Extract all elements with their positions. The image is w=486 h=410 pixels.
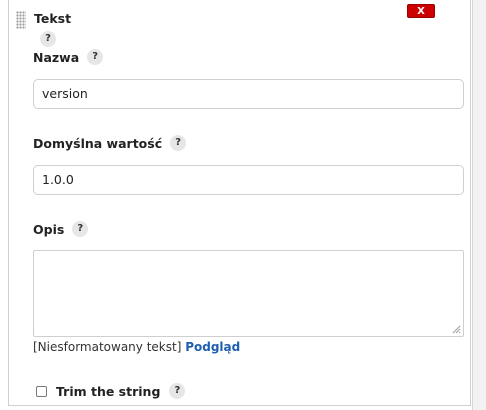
format-line: [Niesformatowany tekst] Podgląd <box>33 340 240 354</box>
default-value-input[interactable]: 1.0.0 <box>33 165 464 195</box>
resize-grip-icon[interactable] <box>452 325 461 334</box>
description-label: Opis <box>33 221 65 237</box>
scroll-edge <box>472 0 486 410</box>
name-help-icon[interactable]: ? <box>87 49 104 65</box>
trim-row: Trim the string ? <box>36 383 186 399</box>
default-value-label: Domyślna wartość <box>33 135 163 151</box>
description-help-icon[interactable]: ? <box>72 221 89 237</box>
drag-handle-icon[interactable] <box>16 11 26 29</box>
description-label-row: Opis ? <box>33 221 89 237</box>
config-frame: Tekst ? X Nazwa ? version Domyślna warto… <box>0 0 486 410</box>
format-mode-text: [Niesformatowany tekst] <box>33 340 182 354</box>
trim-checkbox[interactable] <box>36 385 47 397</box>
name-label-row: Nazwa ? <box>33 49 104 65</box>
name-input[interactable]: version <box>33 79 464 109</box>
trim-label[interactable]: Trim the string <box>56 384 160 399</box>
trim-help-icon[interactable]: ? <box>169 383 186 399</box>
delete-parameter-button[interactable]: X <box>407 4 435 18</box>
default-value-label-row: Domyślna wartość ? <box>33 135 187 151</box>
default-value-help-icon[interactable]: ? <box>170 135 187 151</box>
name-label: Nazwa <box>33 49 80 65</box>
section-help-icon[interactable]: ? <box>40 31 56 47</box>
section-title: Tekst <box>34 11 72 26</box>
preview-link[interactable]: Podgląd <box>185 340 240 354</box>
description-textarea[interactable] <box>33 250 464 337</box>
